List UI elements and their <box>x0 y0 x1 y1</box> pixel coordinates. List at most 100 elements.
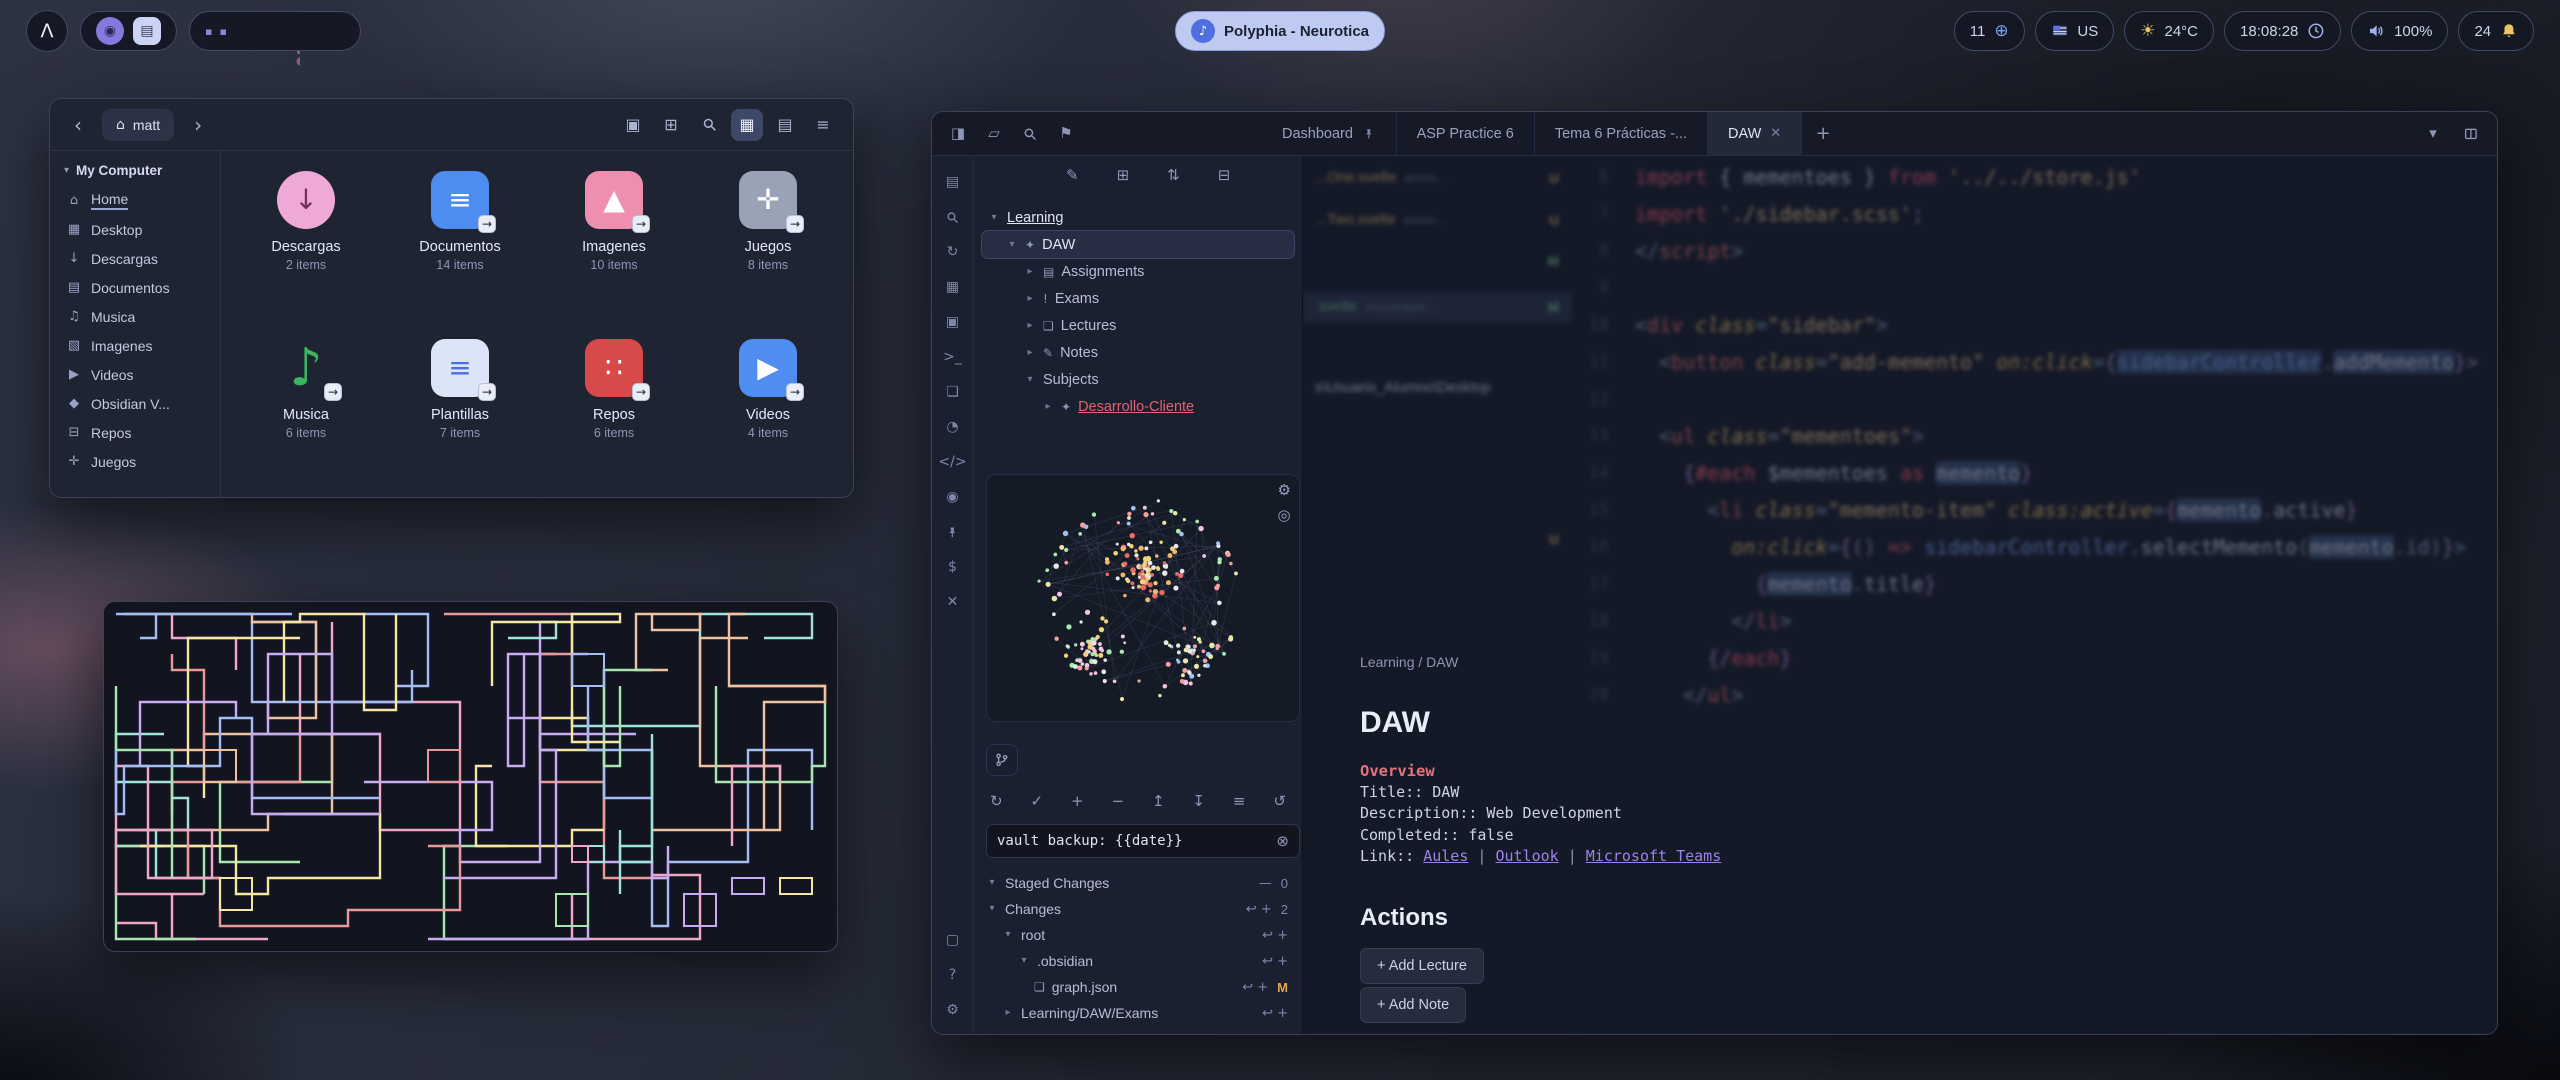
git-row-action-icons[interactable]: ↩ + <box>1262 929 1288 942</box>
git-row-obsidian[interactable]: ▾.obsidian↩ + <box>974 948 1302 974</box>
note-link-microsoft-teams[interactable]: Microsoft Teams <box>1586 847 1721 865</box>
sidebar-header[interactable]: ▾ My Computer <box>58 161 212 186</box>
graph-settings-icon[interactable]: ⚙ <box>1278 483 1291 498</box>
search-icon[interactable] <box>1014 118 1046 150</box>
split-icon[interactable] <box>2455 118 2487 150</box>
git-row-action-icons[interactable]: — <box>1259 877 1272 890</box>
terminal-icon[interactable]: >_ <box>940 345 966 369</box>
forward-button[interactable]: › <box>184 111 212 139</box>
explorer-item-lectures[interactable]: ▸❏Lectures <box>982 312 1294 339</box>
change-list-icon[interactable]: ≡ <box>1233 794 1246 809</box>
folder-videos[interactable]: ▶→Videos4 items <box>691 331 845 498</box>
list-view-icon[interactable]: ▤ <box>769 109 801 141</box>
updates-module[interactable]: 11 ⊕ <box>1954 11 2025 51</box>
chevron-icon[interactable]: ▾ <box>988 213 1000 223</box>
tray-icon-1[interactable]: ▪ <box>205 26 212 37</box>
camera-icon[interactable]: ◉ <box>940 485 966 509</box>
stack-icon[interactable]: ▱ <box>978 118 1010 150</box>
tab-dashboard[interactable]: Dashboard <box>1262 112 1397 155</box>
tab-close-icon[interactable]: ✕ <box>1770 127 1781 140</box>
folder-imagenes[interactable]: ▲→Imagenes10 items <box>537 163 691 331</box>
chevron-icon[interactable]: ▸ <box>1042 402 1054 412</box>
grid-view-icon[interactable]: ▦ <box>731 109 763 141</box>
explorer-item-subjects[interactable]: ▾Subjects <box>982 366 1294 393</box>
screenshot-icon[interactable]: ▣ <box>617 109 649 141</box>
sidebar-item-desktop[interactable]: ▦Desktop <box>58 215 212 244</box>
weather-module[interactable]: ☀ 24°C <box>2124 11 2214 51</box>
explorer-item-desarrollo-cliente[interactable]: ▸✦Desarrollo-Cliente <box>982 393 1294 420</box>
sidebar-item-home[interactable]: ⌂Home <box>58 186 212 215</box>
chevron-icon[interactable]: ▸ <box>1024 348 1036 358</box>
git-row-learning-daw-exams[interactable]: ▸Learning/DAW/Exams↩ + <box>974 1000 1302 1026</box>
music-player-module[interactable]: ♪ Polyphia - Neurotica <box>1175 11 1385 51</box>
donate-icon[interactable]: $ <box>940 555 966 579</box>
new-folder-icon[interactable]: ⊞ <box>655 109 687 141</box>
sidebar-item-imagenes[interactable]: ▧Imagenes <box>58 331 212 360</box>
git-row-action-icons[interactable]: ↩ + <box>1246 903 1272 916</box>
tab-asp-practice-6[interactable]: ASP Practice 6 <box>1397 112 1535 155</box>
sidebar-item-videos[interactable]: ▶Videos <box>58 360 212 389</box>
settings-icon[interactable]: ⚙ <box>940 998 966 1022</box>
workspace-icon-2[interactable]: ▤ <box>133 17 161 45</box>
menu-icon[interactable]: ≡ <box>807 109 839 141</box>
stage-all-icon[interactable]: + <box>1071 794 1084 809</box>
note-link-aules[interactable]: Aules <box>1423 847 1468 865</box>
sidebar-item-documentos[interactable]: ▤Documentos <box>58 273 212 302</box>
pin-icon[interactable] <box>940 520 966 544</box>
collapse-all-icon[interactable]: ⊟ <box>1218 168 1231 183</box>
book-icon[interactable]: ❏ <box>940 380 966 404</box>
sidebar-item-repos[interactable]: ⊟Repos <box>58 418 212 447</box>
git-branch-badge[interactable] <box>986 744 1018 776</box>
commit-message-input[interactable] <box>997 833 1268 849</box>
action-button-add-lecture[interactable]: + Add Lecture <box>1360 948 1484 984</box>
daily-note-icon[interactable]: ▣ <box>940 310 966 334</box>
folder-descargas[interactable]: ↓Descargas2 items <box>229 163 383 331</box>
chevron-icon[interactable]: ▸ <box>1024 321 1036 331</box>
workspace-icon-1[interactable]: ◉ <box>96 17 124 45</box>
note-editor[interactable]: Learning / DAW DAW Overview Title:: DAWD… <box>1303 156 2497 1034</box>
tab-daw[interactable]: DAW✕ <box>1708 112 1802 155</box>
code-icon[interactable]: </> <box>940 450 966 474</box>
chevron-icon[interactable]: ▾ <box>1006 240 1018 250</box>
launcher-button[interactable]: Λ <box>26 10 68 52</box>
graph-view-card[interactable]: ⚙◎ <box>986 474 1300 722</box>
git-row-root[interactable]: ▾root↩ + <box>974 922 1302 948</box>
keyboard-layout-module[interactable]: US <box>2035 11 2115 51</box>
git-row-staged-changes[interactable]: ▾Staged Changes—0 <box>974 870 1302 896</box>
chevron-icon[interactable]: ▾ <box>986 878 998 888</box>
chevron-icon[interactable]: ▾ <box>1018 956 1030 966</box>
git-row-graph-json[interactable]: ❏graph.json↩ +M <box>974 974 1302 1000</box>
scissors-icon[interactable]: ✕ <box>940 590 966 614</box>
sync-icon[interactable]: ↺ <box>1273 794 1286 809</box>
search-icon[interactable] <box>940 205 966 229</box>
sidebar-item-musica[interactable]: ♫Musica <box>58 302 212 331</box>
chevron-icon[interactable]: ▾ <box>1024 375 1036 385</box>
unstage-all-icon[interactable]: − <box>1111 794 1124 809</box>
back-button[interactable]: ‹ <box>64 111 92 139</box>
new-tab-button[interactable]: + <box>1806 125 1840 143</box>
chevron-icon[interactable]: ▸ <box>1002 1008 1014 1018</box>
folder-plantillas[interactable]: ≡→Plantillas7 items <box>383 331 537 498</box>
folder-documentos[interactable]: ≡→Documentos14 items <box>383 163 537 331</box>
chevron-icon[interactable]: ▸ <box>1024 294 1036 304</box>
canvas-icon[interactable]: ▦ <box>940 275 966 299</box>
system-tray[interactable]: ▪ ▪ <box>189 11 361 51</box>
refresh-icon[interactable]: ↻ <box>990 794 1003 809</box>
sidebar-item-descargas[interactable]: ↓Descargas <box>58 244 212 273</box>
new-folder-icon[interactable]: ⊞ <box>1117 168 1130 183</box>
new-note-icon[interactable]: ✎ <box>1066 168 1079 183</box>
clear-input-icon[interactable]: ⊗ <box>1276 834 1289 849</box>
commit-icon[interactable]: ✓ <box>1030 794 1043 809</box>
workspaces-module[interactable]: ◉ ▤ <box>80 11 177 51</box>
explorer-item-assignments[interactable]: ▸▤Assignments <box>982 258 1294 285</box>
clock-module[interactable]: 18:08:28 <box>2224 11 2341 51</box>
explorer-item-daw[interactable]: ▾✦DAW <box>982 231 1294 258</box>
git-row-action-icons[interactable]: ↩ + <box>1262 1007 1288 1020</box>
folder-juegos[interactable]: ✛→Juegos8 items <box>691 163 845 331</box>
volume-module[interactable]: 100% <box>2351 11 2448 51</box>
graph-view[interactable] <box>987 475 1299 721</box>
note-link-outlook[interactable]: Outlook <box>1495 847 1558 865</box>
sort-order-icon[interactable]: ⇅ <box>1167 168 1180 183</box>
history-icon[interactable]: ◔ <box>940 415 966 439</box>
action-button-add-note[interactable]: + Add Note <box>1360 987 1466 1023</box>
